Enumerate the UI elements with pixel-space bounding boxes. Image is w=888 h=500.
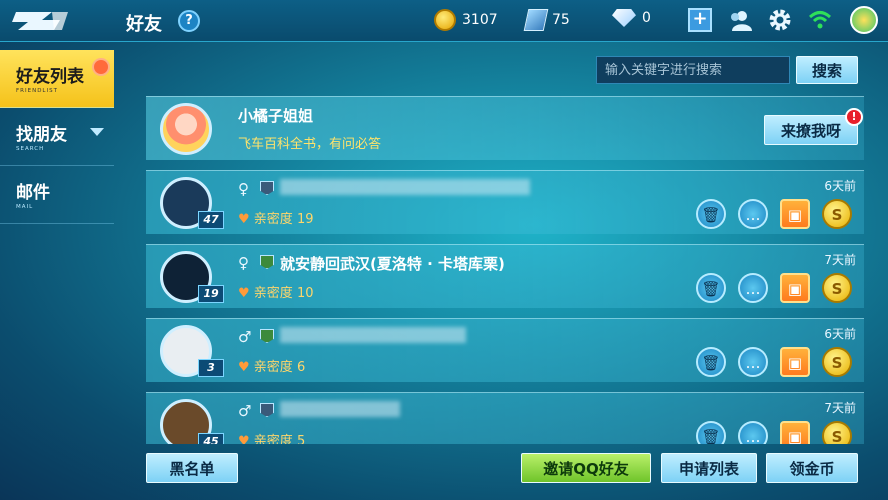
last-online: 6天前 xyxy=(824,327,856,341)
coin-balance: 3107 xyxy=(434,9,498,31)
send-coin-icon[interactable]: S xyxy=(822,199,852,229)
coin-count: 3107 xyxy=(462,12,498,28)
chat-icon[interactable]: … xyxy=(738,199,768,229)
tab-mail-sub: MAIL xyxy=(16,204,34,210)
rank-shield-icon xyxy=(260,181,274,195)
rank-shield-icon xyxy=(260,403,274,417)
my-avatar[interactable] xyxy=(160,103,212,155)
friend-row[interactable]: 47 ♀ ♥ 亲密度 19 6天前 🗑 … ▣ S xyxy=(146,170,864,234)
blurred-name xyxy=(280,179,530,195)
gift-icon[interactable]: ▣ xyxy=(780,347,810,377)
intimacy-value: 10 xyxy=(296,286,314,301)
blacklist-button[interactable]: 黑名单 xyxy=(146,453,238,483)
trash-icon[interactable]: 🗑 xyxy=(696,347,726,377)
flirt-me-label: 来撩我呀 xyxy=(780,122,841,140)
tab-mail-label: 邮件 xyxy=(16,183,50,203)
heart-icon: ♥ xyxy=(238,212,250,227)
blurred-name xyxy=(280,401,400,417)
tab-mail[interactable]: 邮件 MAIL xyxy=(0,166,114,224)
friend-name: 就安静回武汉(夏洛特 · 卡塔库栗) xyxy=(280,255,505,273)
intimacy: ♥ 亲密度 10 xyxy=(238,282,314,301)
battery-status-icon xyxy=(850,6,878,34)
send-coin-icon[interactable]: S xyxy=(822,421,852,444)
trash-icon[interactable]: 🗑 xyxy=(696,421,726,444)
send-coin-icon[interactable]: S xyxy=(822,273,852,303)
coin-icon xyxy=(434,9,456,31)
chat-icon[interactable]: … xyxy=(738,273,768,303)
friend-row[interactable]: 3 ♂ ♥ 亲密度 6 6天前 🗑 … ▣ S xyxy=(146,318,864,382)
left-navigation: 好友列表 FRIENDLIST 找朋友 SEARCH 邮件 MAIL xyxy=(0,50,114,224)
search-input[interactable] xyxy=(596,56,790,84)
intimacy-value: 6 xyxy=(296,360,306,375)
chat-icon[interactable]: … xyxy=(738,421,768,444)
my-name: 小橘子姐姐 xyxy=(238,107,314,125)
card-count: 75 xyxy=(552,12,570,28)
friends-icon[interactable] xyxy=(728,8,752,32)
tab-search-sub: SEARCH xyxy=(16,146,45,152)
requests-button[interactable]: 申请列表 xyxy=(661,453,757,483)
gem-balance: 0 xyxy=(612,9,651,27)
chat-icon[interactable]: … xyxy=(738,347,768,377)
last-online: 7天前 xyxy=(824,253,856,267)
gift-icon[interactable]: ▣ xyxy=(780,421,810,444)
claim-coins-button[interactable]: 领金币 xyxy=(766,453,858,483)
intimacy-value: 5 xyxy=(296,434,306,444)
tab-friend-list[interactable]: 好友列表 FRIENDLIST xyxy=(0,50,114,108)
rank-shield-icon xyxy=(260,329,274,343)
my-signature: 飞车百科全书，有问必答 xyxy=(238,137,382,152)
last-online: 6天前 xyxy=(824,179,856,193)
heart-icon: ♥ xyxy=(238,286,250,301)
trash-icon[interactable]: 🗑 xyxy=(696,199,726,229)
gender-female-icon: ♀ xyxy=(238,180,249,198)
gift-icon[interactable]: ▣ xyxy=(780,199,810,229)
intimacy: ♥ 亲密度 5 xyxy=(238,430,305,444)
invite-qq-button[interactable]: 邀请QQ好友 xyxy=(521,453,651,483)
intimacy-label: 亲密度 xyxy=(253,286,293,301)
intimacy-label: 亲密度 xyxy=(253,212,293,227)
trash-icon[interactable]: 🗑 xyxy=(696,273,726,303)
gender-male-icon: ♂ xyxy=(238,402,252,420)
diamond-icon xyxy=(612,9,636,27)
intimacy: ♥ 亲密度 19 xyxy=(238,208,314,227)
tab-search-friends[interactable]: 找朋友 SEARCH xyxy=(0,108,114,166)
wifi-icon xyxy=(808,11,832,29)
intimacy-value: 19 xyxy=(296,212,314,227)
notification-dot-icon xyxy=(92,58,110,76)
level-badge: 45 xyxy=(198,433,224,444)
heart-icon: ♥ xyxy=(238,360,250,375)
rank-shield-icon xyxy=(260,255,274,269)
page-title: 好友 xyxy=(126,14,162,35)
level-badge: 19 xyxy=(198,285,224,303)
help-button[interactable]: ? xyxy=(178,10,200,32)
card-icon xyxy=(523,9,549,31)
intimacy: ♥ 亲密度 6 xyxy=(238,356,305,375)
alert-icon: ! xyxy=(845,108,863,126)
gear-icon[interactable] xyxy=(768,8,792,32)
add-currency-icon[interactable]: + xyxy=(688,8,712,32)
gender-female-icon: ♀ xyxy=(238,254,249,272)
gift-icon[interactable]: ▣ xyxy=(780,273,810,303)
gender-male-icon: ♂ xyxy=(238,328,252,346)
chevron-down-icon xyxy=(90,128,104,136)
level-badge: 47 xyxy=(198,211,224,229)
heart-icon: ♥ xyxy=(238,434,250,444)
my-profile-row: 小橘子姐姐 飞车百科全书，有问必答 来撩我呀 ! xyxy=(146,96,864,160)
intimacy-label: 亲密度 xyxy=(253,434,293,444)
last-online: 7天前 xyxy=(824,401,856,415)
top-bar: 好友 ? 3107 75 0 + xyxy=(0,0,888,42)
flirt-me-button[interactable]: 来撩我呀 ! xyxy=(764,108,863,145)
gem-count: 0 xyxy=(642,10,651,26)
tab-friend-list-sub: FRIENDLIST xyxy=(16,88,58,94)
send-coin-icon[interactable]: S xyxy=(822,347,852,377)
back-logo-icon[interactable] xyxy=(12,6,72,36)
friend-row[interactable]: 45 ♂ ♥ 亲密度 5 7天前 🗑 … ▣ S xyxy=(146,392,864,444)
search-button[interactable]: 搜索 xyxy=(796,56,858,84)
intimacy-label: 亲密度 xyxy=(253,360,293,375)
blurred-name xyxy=(280,327,466,343)
level-badge: 3 xyxy=(198,359,224,377)
card-balance: 75 xyxy=(523,9,570,31)
friend-row[interactable]: 19 ♀ 就安静回武汉(夏洛特 · 卡塔库栗) ♥ 亲密度 10 7天前 🗑 …… xyxy=(146,244,864,308)
